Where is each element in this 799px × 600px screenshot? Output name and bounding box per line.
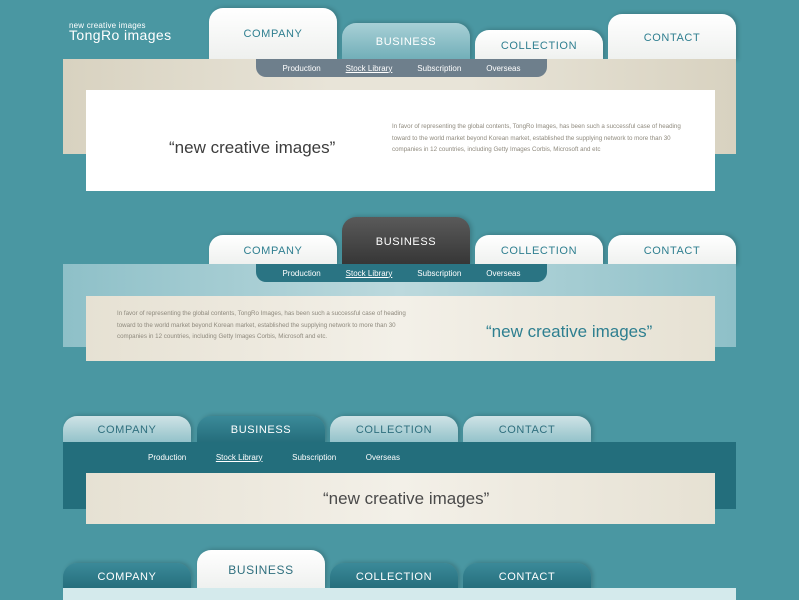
tab-business[interactable]: BUSINESS <box>342 23 470 61</box>
tab-collection[interactable]: COLLECTION <box>475 235 603 266</box>
intro-paragraph: In favor of representing the global cont… <box>117 310 406 340</box>
submenu-overseas[interactable]: Overseas <box>366 453 400 462</box>
sub-navigation: Production Stock Library Subscription Ov… <box>256 59 547 77</box>
header-band <box>63 588 736 600</box>
tab-contact[interactable]: CONTACT <box>608 14 736 61</box>
submenu-stock-library[interactable]: Stock Library <box>216 453 263 462</box>
submenu-overseas[interactable]: Overseas <box>486 269 520 278</box>
sub-navigation: Production Stock Library Subscription Ov… <box>256 264 547 282</box>
submenu-subscription[interactable]: Subscription <box>417 269 461 278</box>
tab-contact[interactable]: CONTACT <box>608 235 736 266</box>
tab-business[interactable]: BUSINESS <box>197 550 325 590</box>
logo-name[interactable]: TongRo images <box>69 27 171 43</box>
submenu-production[interactable]: Production <box>282 64 320 73</box>
submenu-overseas[interactable]: Overseas <box>486 64 520 73</box>
submenu-stock-library[interactable]: Stock Library <box>346 64 393 73</box>
tab-business[interactable]: BUSINESS <box>342 217 470 266</box>
submenu-subscription[interactable]: Subscription <box>292 453 336 462</box>
submenu-production[interactable]: Production <box>148 453 186 462</box>
sub-navigation: Production Stock Library Subscription Ov… <box>138 450 410 464</box>
tab-collection[interactable]: COLLECTION <box>475 30 603 61</box>
tab-contact[interactable]: CONTACT <box>463 563 591 591</box>
tab-contact[interactable]: CONTACT <box>463 416 591 444</box>
headline: “new creative images” <box>323 489 490 508</box>
intro-paragraph: In favor of representing the global cont… <box>392 123 681 153</box>
submenu-subscription[interactable]: Subscription <box>417 64 461 73</box>
tab-company[interactable]: COMPANY <box>209 8 337 60</box>
headline: “new creative images” <box>169 138 336 157</box>
submenu-production[interactable]: Production <box>282 269 320 278</box>
tab-business[interactable]: BUSINESS <box>197 416 325 444</box>
tab-collection[interactable]: COLLECTION <box>330 416 458 444</box>
tab-company[interactable]: COMPANY <box>209 235 337 266</box>
submenu-stock-library[interactable]: Stock Library <box>346 269 393 278</box>
tab-company[interactable]: COMPANY <box>63 563 191 591</box>
headline: “new creative images” <box>486 322 653 341</box>
tab-company[interactable]: COMPANY <box>63 416 191 444</box>
tab-collection[interactable]: COLLECTION <box>330 563 458 591</box>
